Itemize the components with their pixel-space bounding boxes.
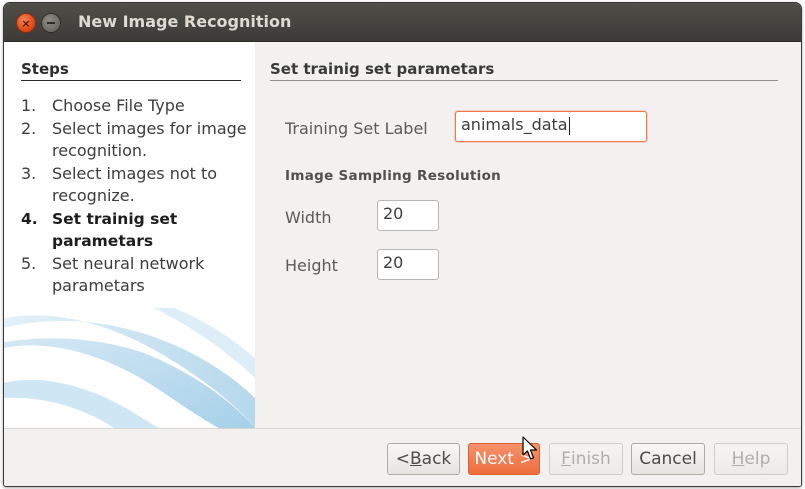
step-label: Select images not to recognize. xyxy=(52,163,218,206)
cancel-button[interactable]: Cancel xyxy=(631,443,705,475)
step-label: Set trainig set parametars xyxy=(52,209,178,251)
minimize-bar xyxy=(47,22,55,24)
step-item: 5. Set neural network parametars xyxy=(21,253,251,298)
minimize-icon[interactable] xyxy=(41,13,61,33)
step-number: 3. xyxy=(21,163,37,183)
step-number: 1. xyxy=(21,96,37,115)
help-button[interactable]: Help xyxy=(714,443,788,475)
back-mnemonic: B xyxy=(409,449,422,469)
step-number: 4. xyxy=(21,209,38,228)
step-label: Set neural network parametars xyxy=(52,253,205,296)
help-rest: elp xyxy=(744,449,771,469)
height-label: Height xyxy=(285,256,338,275)
close-glyph: × xyxy=(21,16,31,30)
step-item: 1. Choose File Type xyxy=(21,95,251,118)
back-prefix: < xyxy=(395,449,410,469)
button-bar: < Back Next > Finish Cancel Help xyxy=(4,428,801,486)
step-item: 2. Select images for image recognition. xyxy=(21,118,251,163)
mouse-cursor-icon xyxy=(522,436,538,460)
width-value: 20 xyxy=(383,204,404,223)
title-bar[interactable]: × New Image Recognition xyxy=(4,3,801,42)
step-item: 3. Select images not to recognize. xyxy=(21,163,251,208)
step-label: Select images for image recognition. xyxy=(52,118,247,161)
step-label: Choose File Type xyxy=(52,96,185,115)
training-set-label-value: animals_data xyxy=(461,115,568,134)
training-set-label: Training Set Label xyxy=(285,119,428,138)
close-icon[interactable]: × xyxy=(16,13,36,33)
sampling-resolution-heading: Image Sampling Resolution xyxy=(285,168,502,184)
cancel-label: Cancel xyxy=(639,449,697,469)
step-number: 5. xyxy=(21,253,37,273)
window-title: New Image Recognition xyxy=(78,12,292,31)
finish-button[interactable]: Finish xyxy=(549,443,623,475)
decorative-swoosh-graphic xyxy=(4,308,255,428)
content-heading: Set trainig set parametars xyxy=(270,60,778,81)
dialog-window: × New Image Recognition Steps 1. Choose … xyxy=(3,2,802,487)
back-button[interactable]: < Back xyxy=(387,443,460,475)
steps-list: 1. Choose File Type 2. Select images for… xyxy=(21,95,251,298)
finish-mnemonic: F xyxy=(561,449,571,469)
steps-heading: Steps xyxy=(21,60,241,81)
height-value: 20 xyxy=(383,253,404,272)
text-caret xyxy=(568,116,570,135)
training-set-label-input[interactable]: animals_data xyxy=(455,111,647,142)
finish-rest: inish xyxy=(570,449,611,469)
help-mnemonic: H xyxy=(731,449,745,469)
step-item-active: 4. Set trainig set parametars xyxy=(21,208,251,253)
back-rest: ack xyxy=(421,449,452,469)
width-input[interactable]: 20 xyxy=(377,200,439,231)
step-number: 2. xyxy=(21,118,37,138)
steps-panel: Steps 1. Choose File Type 2. Select imag… xyxy=(4,42,255,428)
width-label: Width xyxy=(285,208,332,227)
height-input[interactable]: 20 xyxy=(377,249,439,280)
